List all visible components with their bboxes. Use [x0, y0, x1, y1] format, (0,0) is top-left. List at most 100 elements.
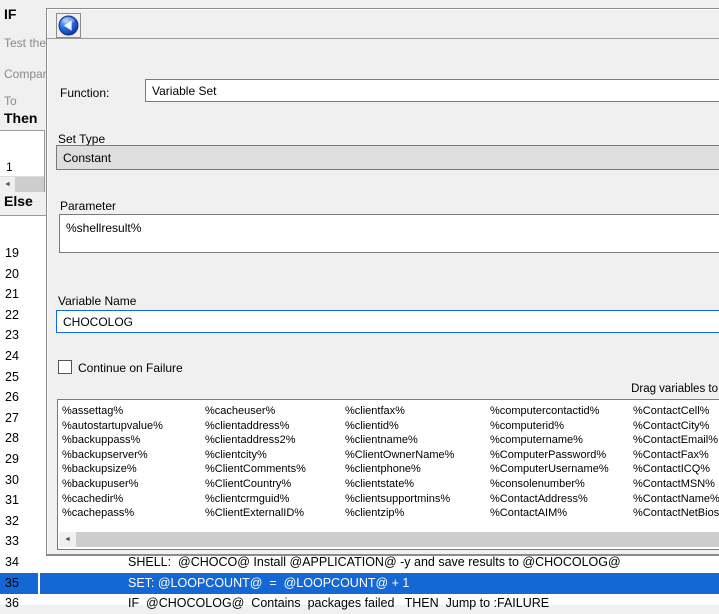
variable-item[interactable]: %clientaddress2% [205, 433, 365, 448]
scrollbar-thumb[interactable] [15, 177, 44, 192]
variables-column-2: %cacheuser%%clientaddress%%clientaddress… [205, 404, 365, 521]
variable-item[interactable]: %ContactCity% [633, 419, 719, 434]
variable-item[interactable]: %ClientComments% [205, 462, 365, 477]
row-number: 34 [5, 555, 19, 569]
row-number: 30 [5, 473, 19, 487]
scroll-left-icon[interactable]: ◄ [59, 532, 76, 547]
variable-name-label: Variable Name [58, 294, 136, 308]
variable-item[interactable]: %ContactAIM% [490, 506, 650, 521]
variables-column-1: %assettag%%autostartupvalue%%backuppass%… [62, 404, 222, 521]
row-number: 28 [5, 431, 19, 445]
set-type-value: Constant [63, 151, 111, 165]
variables-column-3: %clientfax%%clientid%%clientname%%Client… [345, 404, 505, 521]
row-number: 22 [5, 308, 19, 322]
variable-item[interactable]: %backuppass% [62, 433, 222, 448]
row-number: 24 [5, 349, 19, 363]
variables-list[interactable]: ◄ %assettag%%autostartupvalue%%backuppas… [57, 399, 719, 550]
variable-item[interactable]: %clientzip% [345, 506, 505, 521]
variable-item[interactable]: %cachepass% [62, 506, 222, 521]
row-number: 26 [5, 390, 19, 404]
then-steps-grid[interactable]: 1 ◄ [0, 130, 45, 192]
variable-item[interactable]: %clientaddress% [205, 419, 365, 434]
variable-item[interactable]: %cacheuser% [205, 404, 365, 419]
variable-set-dialog: Function: Variable Set Set Type Constant… [46, 8, 719, 556]
variable-item[interactable]: %ContactEmail% [633, 433, 719, 448]
variable-name-value: CHOCOLOG [63, 315, 133, 329]
scrollbar-thumb[interactable] [76, 532, 719, 547]
variable-item[interactable]: %ClientExternalID% [205, 506, 365, 521]
then-row-number: 1 [6, 160, 13, 174]
toolbar-separator [47, 38, 719, 39]
row-number: 20 [5, 267, 19, 281]
test-the-label: Test the [4, 36, 46, 50]
variable-item[interactable]: %ContactMSN% [633, 477, 719, 492]
continue-on-failure-label: Continue on Failure [78, 361, 183, 375]
back-button[interactable] [56, 13, 81, 38]
variable-item[interactable]: %ComputerUsername% [490, 462, 650, 477]
variable-item[interactable]: %ContactICQ% [633, 462, 719, 477]
variable-item[interactable]: %computerid% [490, 419, 650, 434]
row-number: 19 [5, 246, 19, 260]
variables-hscrollbar[interactable]: ◄ [59, 532, 719, 547]
row-number: 27 [5, 411, 19, 425]
variable-item[interactable]: %ContactName% [633, 492, 719, 507]
variable-item[interactable]: %backupuser% [62, 477, 222, 492]
parameter-input[interactable]: %shellresult% [59, 214, 719, 253]
variable-item[interactable]: %ComputerPassword% [490, 448, 650, 463]
variable-item[interactable]: %ContactAddress% [490, 492, 650, 507]
row-number: 21 [5, 287, 19, 301]
row-number: 23 [5, 328, 19, 342]
variable-item[interactable]: %autostartupvalue% [62, 419, 222, 434]
variable-item[interactable]: %backupsize% [62, 462, 222, 477]
variable-item[interactable]: %clientstate% [345, 477, 505, 492]
row-number: 25 [5, 370, 19, 384]
variables-column-5: %ContactCell%%ContactCity%%ContactEmail%… [633, 404, 719, 521]
then-section-label: Then [4, 110, 37, 126]
row-number: 36 [5, 596, 19, 610]
variable-item[interactable]: %ClientCountry% [205, 477, 365, 492]
variable-item[interactable]: %backupserver% [62, 448, 222, 463]
parameter-label: Parameter [60, 199, 116, 213]
to-label: To [4, 94, 17, 108]
set-type-label: Set Type [58, 132, 105, 146]
variable-item[interactable]: %ClientOwnerName% [345, 448, 505, 463]
variable-item[interactable]: %clientcity% [205, 448, 365, 463]
function-label: Function: [60, 86, 109, 100]
variable-item[interactable]: %computername% [490, 433, 650, 448]
set-type-dropdown[interactable]: Constant [56, 145, 719, 170]
row-number: 29 [5, 452, 19, 466]
variable-item[interactable]: %computercontactid% [490, 404, 650, 419]
variable-item[interactable]: %clientcrmguid% [205, 492, 365, 507]
script-row-36[interactable]: 36 IF @CHOCOLOG@ Contains packages failed… [0, 593, 719, 614]
row-number: 32 [5, 514, 19, 528]
function-dropdown[interactable]: Variable Set [145, 79, 719, 102]
variables-column-4: %computercontactid%%computerid%%computer… [490, 404, 650, 521]
drag-variables-label: Drag variables to [631, 383, 718, 395]
back-circle-icon [58, 15, 79, 36]
else-section-label: Else [4, 193, 33, 209]
row-number: 31 [5, 493, 19, 507]
variable-item[interactable]: %ContactNetBios% [633, 506, 719, 521]
variable-item[interactable]: %ContactCell% [633, 404, 719, 419]
variable-item[interactable]: %assettag% [62, 404, 222, 419]
variable-name-input[interactable]: CHOCOLOG [56, 310, 719, 333]
script-row-35[interactable]: 35SET: @LOOPCOUNT@ = @LOOPCOUNT@ + 1 [0, 573, 719, 594]
row-number: 33 [5, 534, 19, 548]
variable-item[interactable]: %ContactFax% [633, 448, 719, 463]
variable-item[interactable]: %cachedir% [62, 492, 222, 507]
row-text: SHELL: @CHOCO@ Install @APPLICATION@ -y … [128, 555, 621, 569]
row-text: IF @CHOCOLOG@ Contains packages failed T… [128, 596, 549, 610]
variable-item[interactable]: %clientphone% [345, 462, 505, 477]
row-number-separator [38, 573, 40, 594]
parameter-value: %shellresult% [66, 221, 141, 235]
row-text: SET: @LOOPCOUNT@ = @LOOPCOUNT@ + 1 [128, 576, 409, 590]
if-section-label: IF [4, 6, 16, 22]
scroll-left-icon[interactable]: ◄ [0, 177, 15, 192]
variable-item[interactable]: %consolenumber% [490, 477, 650, 492]
then-grid-hscrollbar[interactable]: ◄ [0, 176, 44, 192]
variable-item[interactable]: %clientname% [345, 433, 505, 448]
variable-item[interactable]: %clientfax% [345, 404, 505, 419]
variable-item[interactable]: %clientsupportmins% [345, 492, 505, 507]
continue-on-failure-checkbox[interactable] [58, 360, 72, 374]
variable-item[interactable]: %clientid% [345, 419, 505, 434]
